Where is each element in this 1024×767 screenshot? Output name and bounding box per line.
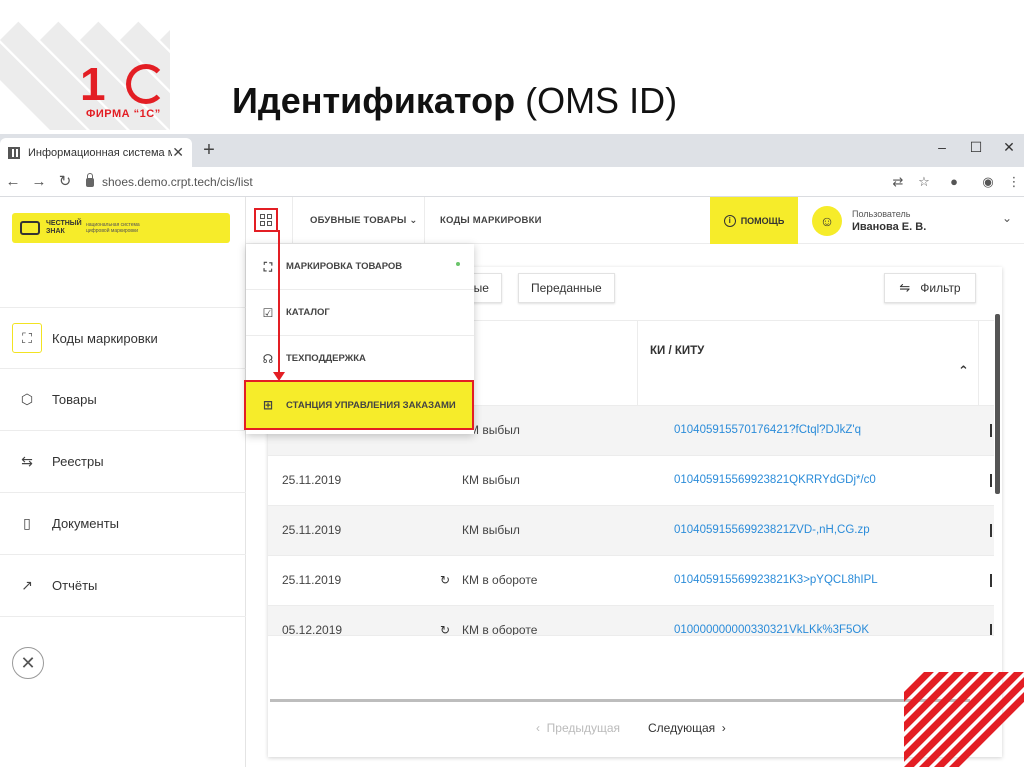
sidebar-item-label: Коды маркировки [52, 330, 158, 346]
apps-dropdown-menu: ⛶ МАРКИРОВКА ТОВАРОВ ☑ КАТАЛОГ ☊ ТЕХПОДД… [244, 244, 474, 434]
filter-button[interactable]: ⇋ Фильтр [884, 273, 976, 303]
brand-tagline: национальная система цифровой маркировки [86, 222, 140, 234]
user-role-label: Пользователь [852, 209, 911, 219]
maximize-icon[interactable]: ☐ [960, 134, 992, 160]
chevron-left-icon: ‹ [536, 721, 540, 735]
grid-icon [260, 214, 272, 226]
refresh-icon: ↻ [440, 573, 451, 587]
bookmark-star-icon[interactable]: ☆ [914, 172, 934, 192]
web-app: ЧЕСТНЫЙ ЗНАК национальная система цифров… [0, 197, 1024, 767]
document-icon: ▯ [23, 515, 31, 531]
1c-logo: 1 ФИРМА “1С” [80, 60, 170, 122]
code-link[interactable]: 010405915569923821K3>pYQCL8hIPL [674, 574, 878, 586]
user-name: Иванова Е. В. [852, 221, 927, 233]
apps-grid-button[interactable] [254, 208, 278, 232]
forward-icon[interactable]: → [28, 171, 50, 193]
back-icon[interactable]: ← [2, 171, 24, 193]
brand-mark-icon [20, 221, 40, 235]
menu-shoe-products[interactable]: ОБУВНЫЕ ТОВАРЫ ⌄ [310, 197, 418, 244]
address-bar-row: ← → ↻ shoes.demo.crpt.tech/cis/list ⇄ ☆ … [0, 167, 1024, 197]
code-link[interactable]: 010405915569923821ZVD-,nH,CG.zp [674, 524, 870, 536]
sidebar-item-goods[interactable]: ⬡ Товары [0, 369, 246, 431]
next-page-button[interactable]: Следующая › [648, 721, 726, 735]
logo-caption: ФИРМА “1С” [86, 108, 161, 120]
grid-icon: ⊞ [262, 398, 274, 412]
sidebar-item-label: Документы [52, 516, 120, 531]
sidebar-item-label: Отчёты [52, 578, 98, 593]
browser-tab[interactable]: Информационная система мар ✕ [0, 138, 192, 167]
slide-title: Идентификатор (OMS ID) [232, 80, 677, 122]
brand-name: ЧЕСТНЫЙ ЗНАК [46, 220, 82, 235]
browser-tab-title: Информационная система мар [28, 146, 173, 159]
annotation-arrow [278, 230, 280, 378]
url-field[interactable]: shoes.demo.crpt.tech/cis/list [80, 170, 880, 194]
vertical-scrollbar[interactable] [995, 314, 1000, 494]
info-icon: i [723, 214, 736, 227]
slide-title-rest: (OMS ID) [525, 80, 678, 121]
minimize-icon[interactable]: – [926, 134, 958, 160]
pagination: ‹ Предыдущая Следующая › [268, 715, 1002, 745]
sort-chevron-up-icon[interactable]: ⌃ [958, 363, 969, 379]
tab-close-icon[interactable]: ✕ [172, 144, 184, 161]
sidebar-item-documents[interactable]: ▯ Документы [0, 493, 246, 555]
box-icon: ⬡ [20, 391, 34, 407]
table-row[interactable]: 25.11.2019 КМ выбыл 010405915569923821QK… [268, 456, 994, 506]
profile-icon[interactable]: ◉ [978, 172, 998, 192]
headset-icon: ☊ [262, 351, 274, 366]
translate-icon[interactable]: ⇄ [888, 172, 908, 192]
prev-page-button[interactable]: ‹ Предыдущая [536, 721, 620, 735]
window-close-icon[interactable]: ✕ [993, 134, 1024, 160]
presentation-slide: 1 ФИРМА “1С” Идентификатор (OMS ID) Инфо… [0, 0, 1024, 767]
sidebar-item-marking-codes[interactable]: ⛶ Коды маркировки [0, 307, 246, 369]
reload-icon[interactable]: ↻ [54, 171, 76, 193]
chevron-down-icon: ⌄ [409, 215, 418, 226]
sidebar-item-label: Товары [52, 392, 97, 407]
code-link[interactable]: 010405915569923821QKRRYdGDj*/c0 [674, 474, 876, 486]
sidebar-item-label: Реестры [52, 454, 104, 469]
collapse-sidebar-button[interactable]: ✕ [12, 647, 44, 679]
decorative-stripes-bottom-right [904, 672, 1024, 767]
annotation-arrow-head [273, 372, 285, 381]
browser-tab-bar: Информационная система мар ✕ + – ☐ ✕ [0, 134, 1024, 167]
menu-marking-codes[interactable]: КОДЫ МАРКИРОВКИ [440, 197, 542, 244]
scan-icon: ⛶ [263, 259, 273, 274]
table-row[interactable]: 05.12.2019 ↻ КМ в обороте 010000000000330… [268, 606, 994, 636]
lock-icon [86, 172, 94, 187]
registry-arrows-icon: ⇆ [21, 453, 33, 469]
dropdown-item-order-management-station[interactable]: ⊞ СТАНЦИЯ УПРАВЛЕНИЯ ЗАКАЗАМИ [244, 380, 474, 430]
slide-title-bold: Идентификатор [232, 80, 516, 121]
sidebar-item-reports[interactable]: ↗ Отчёты [0, 555, 246, 617]
url-text: shoes.demo.crpt.tech/cis/list [102, 175, 253, 189]
horizontal-scrollbar[interactable] [270, 699, 970, 702]
favicon-icon [8, 146, 20, 159]
table-row[interactable]: 25.11.2019 КМ выбыл 010405915569923821ZV… [268, 506, 994, 556]
code-link[interactable]: 010405915570176421?fCtql?DJkZ'q [674, 424, 861, 436]
status-dot [456, 262, 460, 266]
browser-window: Информационная система мар ✕ + – ☐ ✕ ← →… [0, 134, 1024, 767]
user-menu[interactable]: ☺ Пользователь Иванова Е. В. [812, 204, 926, 238]
column-header-code[interactable]: КИ / КИТУ [650, 345, 704, 357]
help-button[interactable]: i ПОМОЩЬ [710, 197, 798, 244]
sidebar: ЧЕСТНЫЙ ЗНАК национальная система цифров… [0, 197, 246, 767]
avatar: ☺ [812, 206, 842, 236]
user-chevron-icon[interactable]: ⌄ [1002, 211, 1012, 225]
brand-logo[interactable]: ЧЕСТНЫЙ ЗНАК национальная система цифров… [12, 213, 230, 243]
chevron-right-icon: › [721, 721, 726, 735]
scan-frame-icon: ⛶ [12, 323, 42, 353]
extension-icon[interactable]: ● [944, 172, 964, 192]
sliders-icon: ⇋ [899, 280, 911, 295]
sidebar-item-registries[interactable]: ⇆ Реестры [0, 431, 246, 493]
catalog-icon: ☑ [262, 305, 274, 320]
browser-menu-icon[interactable]: ⋮ [1004, 172, 1024, 192]
code-link[interactable]: 010000000000330321VkLKk%3F5OK [674, 624, 869, 635]
chart-icon: ↗ [21, 577, 33, 593]
dropdown-item-catalog[interactable]: ☑ КАТАЛОГ [246, 290, 474, 336]
new-tab-button[interactable]: + [198, 138, 220, 162]
refresh-icon: ↻ [440, 623, 451, 636]
tab-transferred[interactable]: Переданные [518, 273, 615, 303]
dropdown-item-goods-marking[interactable]: ⛶ МАРКИРОВКА ТОВАРОВ [246, 244, 474, 290]
table-row[interactable]: 25.11.2019 ↻ КМ в обороте 010405915569923… [268, 556, 994, 606]
app-header: ОБУВНЫЕ ТОВАРЫ ⌄ КОДЫ МАРКИРОВКИ i ПОМОЩ… [246, 197, 1024, 244]
